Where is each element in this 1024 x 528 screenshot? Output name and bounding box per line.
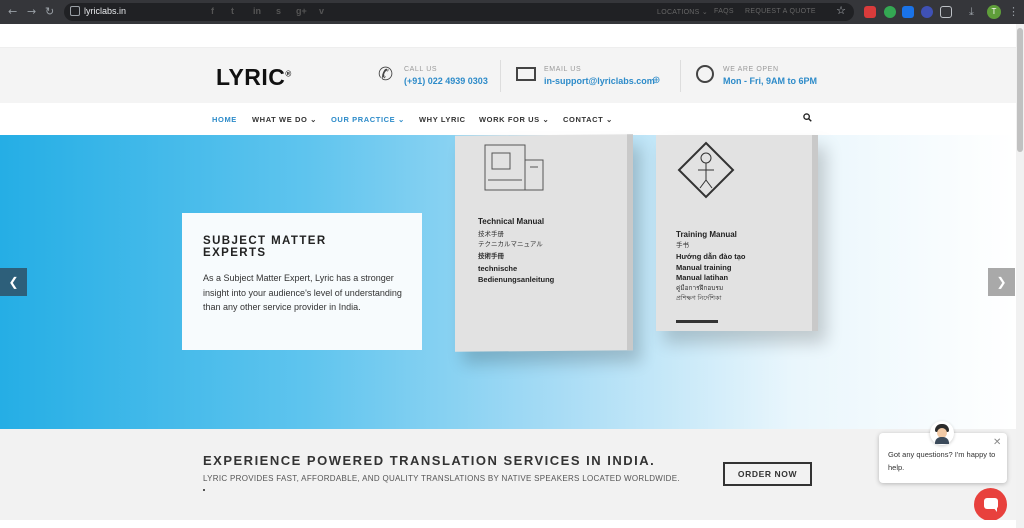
nav-why-lyric[interactable]: WHY LYRIC <box>419 115 466 124</box>
book2-line: 手书 <box>676 242 689 249</box>
browser-menu-icon[interactable]: ⋮ <box>1008 5 1019 18</box>
download-icon[interactable]: ⤓ <box>969 5 974 19</box>
divider <box>500 60 501 92</box>
site-header <box>0 48 1016 103</box>
vimeo-icon[interactable]: v <box>319 6 324 16</box>
book2-title: Training Manual <box>676 230 737 239</box>
search-icon[interactable] <box>803 113 812 122</box>
divider <box>680 60 681 92</box>
browser-toolbar: ← → ↻ lyriclabs.in ☆ ⤓ T ⋮ <box>0 0 1024 24</box>
opening-hours: Mon - Fri, 9AM to 6PM <box>723 76 817 86</box>
twitter-icon[interactable]: t <box>231 6 234 16</box>
faqs-link[interactable]: FAQS <box>714 8 734 15</box>
call-label: CALL US <box>404 66 438 73</box>
nav-home[interactable]: HOME <box>212 115 237 124</box>
book2-line: คู่มือการฝึกอบรม <box>676 285 724 292</box>
nav-what-we-do[interactable]: WHAT WE DO ⌄ <box>252 115 317 124</box>
slide-description: As a Subject Matter Expert, Lyric has a … <box>203 273 402 312</box>
agent-avatar <box>930 421 954 445</box>
order-now-button[interactable]: ORDER NOW <box>723 462 812 486</box>
email-icon <box>516 67 536 81</box>
extension-icon[interactable] <box>921 6 933 18</box>
book1-line: 技術手冊 <box>478 253 504 260</box>
slide-title: SUBJECT MATTER EXPERTS <box>203 235 327 259</box>
site-logo[interactable]: LYRIC® <box>216 64 292 91</box>
back-icon[interactable]: ← <box>8 5 17 18</box>
phone-number[interactable]: (+91) 022 4939 0303 <box>404 76 488 86</box>
hours-label: WE ARE OPEN <box>723 66 779 73</box>
book1-line: technische <box>478 264 518 273</box>
reload-icon[interactable]: ↻ <box>45 5 54 18</box>
book2-line: প্রশিক্ষণ নির্দেশিকা <box>676 295 722 302</box>
book2-line: Hướng dẫn đào tạo <box>676 252 746 261</box>
zoom-icon: ⊕ <box>652 75 661 86</box>
slider-next-button[interactable]: ❯ <box>988 268 1015 296</box>
book2-line: Manual latihan <box>676 273 729 282</box>
bullet-dot <box>203 489 205 491</box>
skype-icon[interactable]: s <box>276 6 281 16</box>
banner-subtitle: LYRIC PROVIDES FAST, AFFORDABLE, AND QUA… <box>203 474 680 483</box>
page-bottom <box>0 520 1016 528</box>
extension-icon[interactable] <box>902 6 914 18</box>
book1-line: 技术手册 <box>478 231 504 238</box>
worker-illustration-icon <box>677 141 735 199</box>
chat-message: Got any questions? I'm happy to help. <box>888 450 996 472</box>
forward-icon[interactable]: → <box>27 5 36 18</box>
scrollbar-thumb[interactable] <box>1017 28 1023 152</box>
machine-illustration-icon <box>484 144 544 191</box>
phone-icon: ✆ <box>378 64 394 84</box>
book1-title: Technical Manual <box>478 217 545 226</box>
book-underline <box>676 320 718 323</box>
request-quote-link[interactable]: REQUEST A QUOTE <box>745 8 816 15</box>
linkedin-icon[interactable]: in <box>253 6 261 16</box>
extensions-puzzle-icon[interactable] <box>940 6 952 18</box>
email-address[interactable]: in-support@lyriclabs.com <box>544 76 655 86</box>
book1-line: Bedienungsanleitung <box>478 275 555 284</box>
clock-icon <box>696 65 714 83</box>
slider-prev-button[interactable]: ❮ <box>0 268 27 296</box>
chat-close-icon[interactable]: ✕ <box>993 437 1001 448</box>
book1-line: テクニカルマニュアル <box>478 241 543 248</box>
locations-link[interactable]: LOCATIONS ⌄ <box>657 8 708 16</box>
nav-our-practice[interactable]: OUR PRACTICE ⌄ <box>331 115 405 124</box>
email-label: EMAIL US <box>544 66 582 73</box>
extension-icon[interactable] <box>864 6 876 18</box>
banner-title: EXPERIENCE POWERED TRANSLATION SERVICES … <box>203 453 656 468</box>
address-url: lyriclabs.in <box>84 6 127 16</box>
bookmark-star-icon[interactable]: ☆ <box>836 4 846 17</box>
nav-work-for-us[interactable]: WORK FOR US ⌄ <box>479 115 549 124</box>
profile-avatar[interactable]: T <box>987 5 1001 19</box>
grammarly-extension-icon[interactable] <box>884 6 896 18</box>
top-bar <box>0 24 1016 48</box>
facebook-icon[interactable]: f <box>211 6 214 16</box>
nav-contact[interactable]: CONTACT ⌄ <box>563 115 613 124</box>
site-info-icon[interactable] <box>70 6 80 16</box>
address-bar[interactable]: lyriclabs.in ☆ <box>64 3 854 21</box>
chat-launcher-button[interactable] <box>974 488 1007 521</box>
google-plus-icon[interactable]: g+ <box>296 6 307 16</box>
